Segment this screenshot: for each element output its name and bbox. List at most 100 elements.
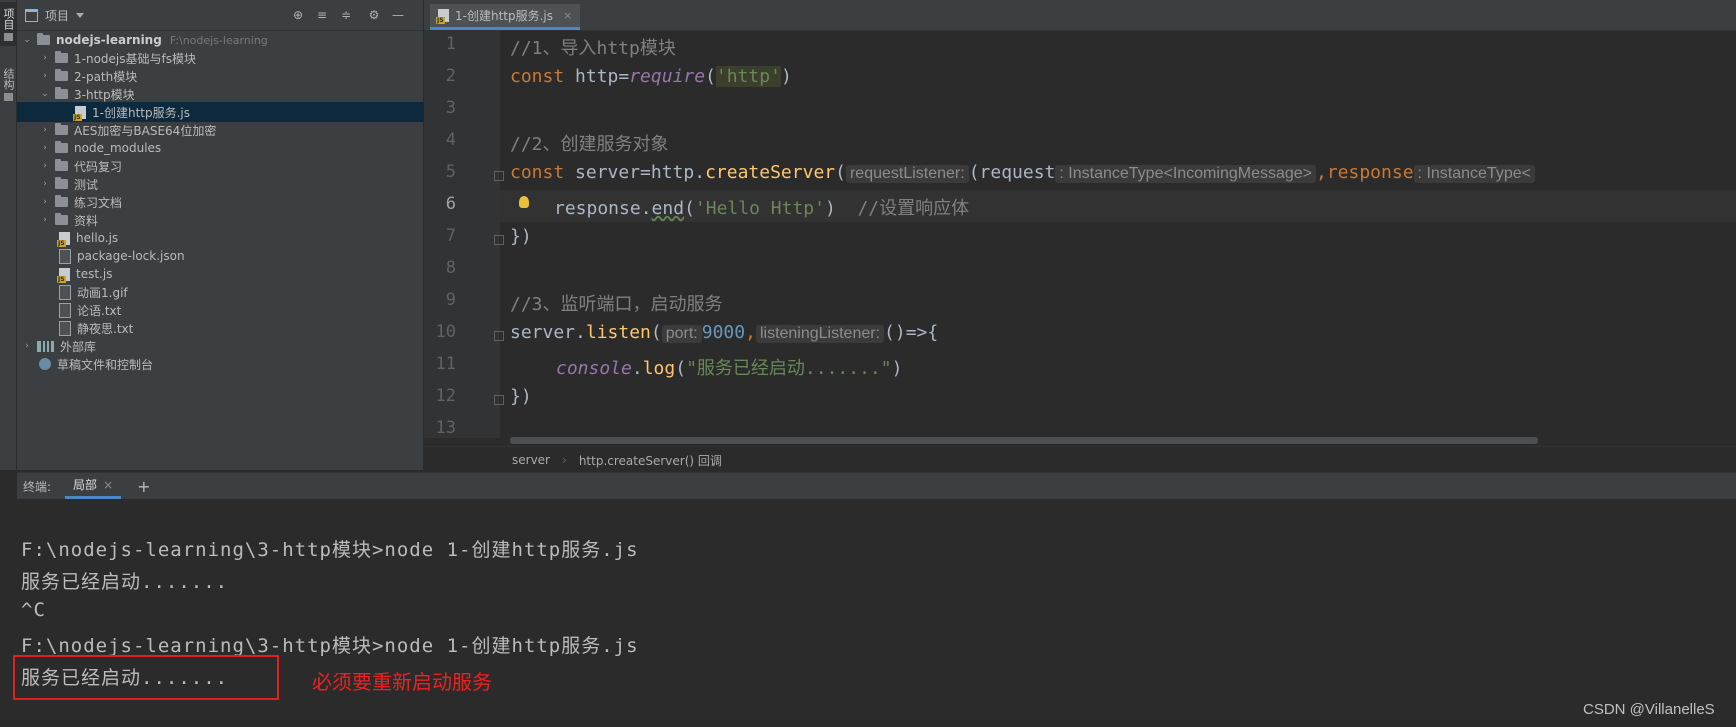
folder-icon <box>55 177 68 189</box>
structure-tool-tab[interactable]: 结构 <box>0 62 16 106</box>
line-number: 6 <box>445 194 456 214</box>
chevron-right-icon[interactable]: › <box>39 52 51 64</box>
tree-item-label: 测试 <box>74 177 99 192</box>
token: response. <box>554 198 652 219</box>
breadcrumb-item[interactable]: http.createServer() 回调 <box>579 452 722 469</box>
tree-root[interactable]: ⌄ nodejs-learning F:\nodejs-learning <box>17 30 427 50</box>
editor-tab[interactable]: 1-创建http服务.js × <box>430 4 581 30</box>
folder-icon <box>37 33 50 45</box>
root-path: F:\nodejs-learning <box>169 33 268 47</box>
close-icon[interactable]: × <box>563 9 572 22</box>
chevron-down-icon[interactable]: ⌄ <box>39 88 51 100</box>
tree-item[interactable]: › 代码复习 <box>17 156 445 176</box>
tree-item[interactable]: ⌄ 3-http模块 <box>17 84 445 104</box>
folder-icon <box>55 51 68 63</box>
scratch-icon <box>39 358 51 370</box>
locate-icon[interactable]: ⊕ <box>291 8 305 22</box>
tree-item[interactable]: › AES加密与BASE64位加密 <box>17 120 445 140</box>
project-tool-tab[interactable]: 项目 <box>0 2 16 46</box>
text-file-icon <box>59 320 71 336</box>
tree-item-label: 练习文档 <box>74 195 123 210</box>
token: ) <box>891 358 903 379</box>
expand-all-icon[interactable]: ≡ <box>315 8 329 22</box>
chevron-down-icon <box>76 12 85 18</box>
add-terminal-button[interactable]: + <box>137 477 150 496</box>
line-number: 8 <box>445 258 456 278</box>
chevron-right-icon[interactable]: › <box>39 160 51 172</box>
chevron-right-icon[interactable]: › <box>39 124 51 136</box>
project-tool-tab-label: 项目 <box>2 7 15 30</box>
horizontal-scrollbar[interactable] <box>510 437 1538 444</box>
token: require <box>629 66 706 87</box>
token: const <box>510 66 565 87</box>
tree-item[interactable]: package-lock.json <box>17 246 465 266</box>
fold-marker-icon[interactable] <box>494 171 504 181</box>
fold-marker-icon[interactable] <box>494 235 504 245</box>
collapse-all-icon[interactable]: ≑ <box>339 8 353 22</box>
gear-icon[interactable]: ⚙ <box>367 8 381 22</box>
tree-item[interactable]: 静夜思.txt <box>17 318 465 338</box>
tree-item-selected[interactable]: 1-创建http服务.js <box>17 102 481 122</box>
chevron-right-icon[interactable]: › <box>39 214 51 226</box>
folder-icon <box>55 195 68 207</box>
tree-item[interactable]: › 1-nodejs基础与fs模块 <box>17 48 445 68</box>
inlay-hint: port: <box>661 325 702 343</box>
line-number: 7 <box>445 226 456 246</box>
token: ( <box>675 358 687 379</box>
folder-icon <box>55 87 68 99</box>
tool-window-strip: 项目 结构 <box>0 0 17 470</box>
tree-item-scratches[interactable]: 草稿文件和控制台 <box>17 354 445 374</box>
highlight-box <box>13 655 279 700</box>
chevron-right-icon[interactable]: › <box>39 178 51 190</box>
token: ) <box>824 198 858 219</box>
close-icon[interactable]: × <box>103 478 113 492</box>
terminal-line: F:\nodejs-learning\3-http模块>node 1-创建htt… <box>21 635 639 657</box>
chevron-right-icon[interactable]: › <box>21 340 33 352</box>
token: ( <box>684 198 695 219</box>
chevron-right-icon[interactable]: › <box>39 142 51 154</box>
breadcrumb-item[interactable]: server <box>512 453 550 467</box>
fold-marker-icon[interactable] <box>494 395 504 405</box>
tree-item-label: 1-nodejs基础与fs模块 <box>74 51 196 66</box>
line-number: 4 <box>445 130 456 150</box>
root-name: nodejs-learning <box>56 33 162 47</box>
inlay-hint: listeningListener: <box>755 325 885 343</box>
tree-item-label: 静夜思.txt <box>77 321 134 336</box>
lightbulb-icon[interactable] <box>519 196 529 208</box>
tree-item[interactable]: hello.js <box>17 228 465 248</box>
tree-item[interactable]: › node_modules <box>17 138 445 158</box>
tree-item-external-libraries[interactable]: › 外部库 <box>17 336 427 356</box>
minimize-icon[interactable]: — <box>391 8 405 22</box>
tree-item-label: package-lock.json <box>77 249 185 263</box>
token: ) <box>780 66 792 87</box>
terminal-tab-local[interactable]: 局部 × <box>65 473 122 499</box>
chevron-right-icon[interactable]: › <box>39 196 51 208</box>
line-number: 11 <box>435 354 456 374</box>
tree-item[interactable]: 论语.txt <box>17 300 465 320</box>
tree-item[interactable]: › 练习文档 <box>17 192 445 212</box>
token: (request <box>968 162 1056 183</box>
tree-item[interactable]: › 2-path模块 <box>17 66 445 86</box>
fold-marker-icon[interactable] <box>494 331 504 341</box>
chevron-right-icon[interactable]: › <box>39 70 51 82</box>
chevron-down-icon[interactable]: ⌄ <box>21 34 33 46</box>
project-view-selector[interactable]: 项目 <box>25 7 85 24</box>
token: server=http. <box>564 162 706 183</box>
tree-item[interactable]: › 资料 <box>17 210 445 230</box>
tree-item-label: 动画1.gif <box>77 285 128 300</box>
tree-item-label: 2-path模块 <box>74 69 138 84</box>
token: listen <box>585 322 651 343</box>
tree-item[interactable]: test.js <box>17 264 465 284</box>
code-line-10: server.listen(port: 9000, listeningListene… <box>510 322 938 343</box>
tree-item[interactable]: › 测试 <box>17 174 445 194</box>
token: ( <box>650 322 662 343</box>
token: , <box>745 322 756 343</box>
token: ( <box>705 66 716 87</box>
token: 9000 <box>701 322 746 343</box>
image-file-icon <box>59 284 71 300</box>
tree-item-label: hello.js <box>76 231 119 245</box>
folder-icon <box>55 141 68 153</box>
line-number: 13 <box>435 418 456 438</box>
tree-item[interactable]: 动画1.gif <box>17 282 465 302</box>
terminal-line: 服务已经启动....... <box>21 571 229 593</box>
